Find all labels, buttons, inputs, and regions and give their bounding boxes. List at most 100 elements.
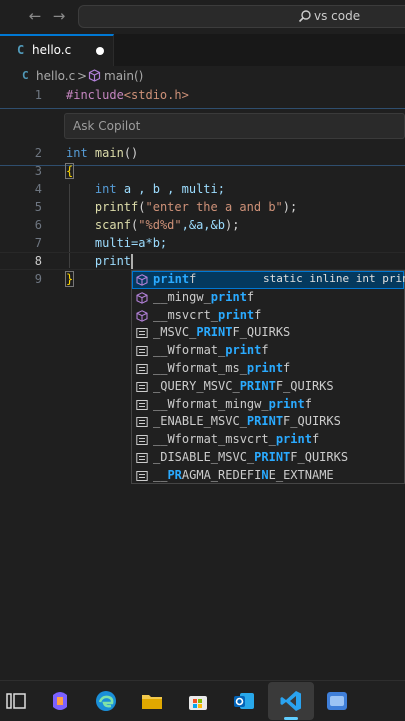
scanf-call: scanf <box>94 218 132 232</box>
suggestion-item[interactable]: __msvcrt_printf <box>132 307 404 325</box>
parens: () <box>123 146 139 160</box>
cube-icon <box>136 309 148 322</box>
type-keyword: int <box>94 182 117 196</box>
suggestion-label: _DISABLE_MSVC_PRINTF_QUIRKS <box>153 450 349 464</box>
printf-call: printf <box>94 200 139 214</box>
suggestion-label: __msvcrt_printf <box>153 307 262 322</box>
suggestion-label: __Wformat_printf <box>153 343 269 358</box>
arguments: ,&a,&b <box>181 218 225 232</box>
breadcrumb-separator: > <box>77 69 88 83</box>
suggestion-label: printf <box>153 272 197 286</box>
suggestion-item[interactable]: __Wformat_ms_printf <box>132 360 404 378</box>
close-brace: } <box>64 271 75 287</box>
vscode-icon[interactable] <box>279 689 303 713</box>
ask-copilot-input[interactable]: Ask Copilot <box>64 113 405 139</box>
text-icon <box>136 381 148 392</box>
text-icon <box>136 417 148 428</box>
paren: ( <box>138 200 146 214</box>
suggestion-label: __PRAGMA_REDEFINE_EXTNAME <box>153 467 334 482</box>
assignment: multi=a*b; <box>94 236 168 250</box>
cube-icon <box>136 291 148 304</box>
title-bar: ← → vs code <box>0 0 405 35</box>
line-number: 8 <box>34 254 42 268</box>
line-number: 2 <box>34 146 42 160</box>
arrow-left-icon[interactable]: ← <box>26 7 44 25</box>
line-number: 5 <box>34 200 42 214</box>
line-number: 6 <box>34 218 42 232</box>
text-cursor <box>131 254 133 269</box>
breadcrumb-symbol[interactable]: main() <box>104 69 143 83</box>
suggestion-widget[interactable]: printf static inline int print __mingw_pri… <box>131 270 405 484</box>
unsaved-dot-icon[interactable] <box>96 47 104 55</box>
string-literal: "enter the a and b" <box>145 200 283 214</box>
breadcrumb: C hello.c > main() <box>0 66 405 86</box>
code-line-6[interactable]: scanf("%d%d",&a,&b); <box>66 218 240 232</box>
command-center-search[interactable]: vs code <box>78 5 405 28</box>
outlook-icon[interactable] <box>232 689 256 713</box>
paren: ); <box>282 200 298 214</box>
suggestion-item[interactable]: __mingw_printf <box>132 289 404 307</box>
suggestion-item[interactable]: _MSVC_PRINTF_QUIRKS <box>132 324 404 342</box>
suggestion-item[interactable]: __Wformat_msvcrt_printf <box>132 431 404 449</box>
store-icon[interactable] <box>186 689 210 713</box>
code-line-1[interactable]: #include<stdio.h> <box>66 88 189 102</box>
suggestion-item[interactable]: _DISABLE_MSVC_PRINTF_QUIRKS <box>132 449 404 467</box>
function-name: main <box>94 146 124 160</box>
suggestion-item[interactable]: __Wformat_mingw_printf <box>132 396 404 414</box>
code-line-4[interactable]: int a , b , multi; <box>66 182 225 196</box>
tab-hello-c[interactable]: C hello.c <box>0 34 114 66</box>
include-directive: #include <box>66 88 124 102</box>
search-text: vs code <box>314 9 361 23</box>
line-number: 9 <box>34 272 42 286</box>
suggestion-item[interactable]: _ENABLE_MSVC_PRINTF_QUIRKS <box>132 413 404 431</box>
open-brace: { <box>64 163 75 179</box>
suggestion-label: _ENABLE_MSVC_PRINTF_QUIRKS <box>153 414 341 429</box>
code-line-7[interactable]: multi=a*b; <box>66 236 167 250</box>
code-line-2[interactable]: int main() <box>66 146 138 160</box>
suggestion-label: _QUERY_MSVC_PRINTF_QUIRKS <box>153 378 334 393</box>
tab-label: hello.c <box>32 43 72 57</box>
suggestion-detail: static inline int print <box>263 272 405 285</box>
text-icon <box>136 435 148 446</box>
cube-icon <box>88 69 101 82</box>
text-icon <box>136 346 148 357</box>
breadcrumb-file[interactable]: hello.c <box>36 69 75 83</box>
app-icon[interactable] <box>325 689 349 713</box>
task-view-icon[interactable] <box>4 689 28 713</box>
search-icon <box>298 10 311 23</box>
copilot-icon[interactable] <box>48 689 72 713</box>
suggestion-label: _MSVC_PRINTF_QUIRKS <box>153 325 291 340</box>
suggestion-label: __Wformat_mingw_printf <box>153 396 312 411</box>
edge-icon[interactable] <box>94 689 118 713</box>
file-explorer-icon[interactable] <box>140 689 164 713</box>
suggestion-label: __Wformat_msvcrt_printf <box>153 432 320 447</box>
current-line-highlight <box>0 252 405 270</box>
line-number: 4 <box>34 182 42 196</box>
suggestion-item[interactable]: printf static inline int print <box>132 271 405 289</box>
code-line-5[interactable]: printf("enter the a and b"); <box>66 200 297 214</box>
paren: ); <box>224 218 240 232</box>
taskbar <box>0 680 405 721</box>
suggestion-label: __mingw_printf <box>153 289 255 304</box>
line-number: 1 <box>34 88 42 102</box>
typed-text: print <box>94 254 132 268</box>
line-number: 3 <box>34 164 42 178</box>
string-literal: "%d%d" <box>138 218 182 232</box>
text-icon <box>136 453 148 463</box>
text-icon <box>136 328 148 339</box>
tab-bar: C hello.c <box>0 34 405 67</box>
text-icon <box>136 470 148 481</box>
text-icon <box>136 399 148 410</box>
variables: a , b , multi; <box>123 182 225 196</box>
suggestion-item[interactable]: _QUERY_MSVC_PRINTF_QUIRKS <box>132 378 404 396</box>
c-file-icon: C <box>17 43 25 57</box>
suggestion-item[interactable]: __Wformat_printf <box>132 342 404 360</box>
code-line-3[interactable]: { <box>64 163 75 179</box>
arrow-right-icon[interactable]: → <box>50 7 68 25</box>
code-line-8[interactable]: print <box>66 254 131 268</box>
suggestion-item[interactable]: __PRAGMA_REDEFINE_EXTNAME <box>132 467 404 485</box>
suggestion-label: __Wformat_ms_printf <box>153 361 291 375</box>
code-line-9[interactable]: } <box>64 271 75 287</box>
include-header: <stdio.h> <box>123 88 189 102</box>
cube-icon <box>136 274 148 286</box>
